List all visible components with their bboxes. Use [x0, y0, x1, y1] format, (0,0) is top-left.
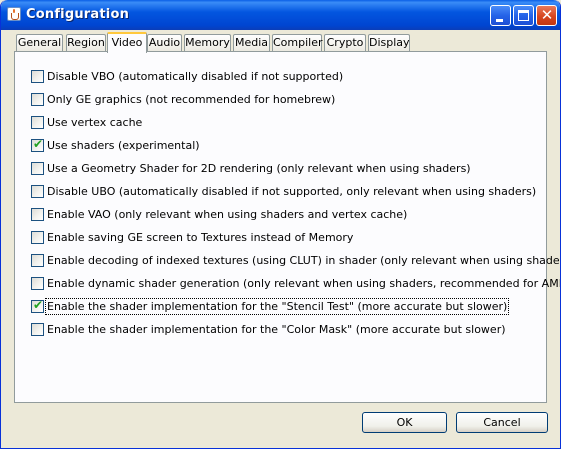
ok-button[interactable]: OK: [362, 412, 447, 433]
tab-general[interactable]: General: [16, 34, 63, 52]
option-label: Use shaders (experimental): [47, 139, 200, 152]
option-label: Enable the shader implementation for the…: [47, 323, 506, 336]
checkbox[interactable]: [31, 93, 44, 106]
tab-region[interactable]: Region: [66, 34, 106, 52]
close-icon: ✕: [540, 6, 554, 24]
checkbox[interactable]: [31, 116, 44, 129]
java-app-icon: [7, 7, 21, 21]
tab-compiler[interactable]: Compiler: [272, 34, 323, 52]
checkbox[interactable]: [31, 254, 44, 267]
title-bar[interactable]: Configuration ✕: [1, 0, 560, 30]
option-label: Enable decoding of indexed textures (usi…: [47, 254, 561, 267]
tab-audio[interactable]: Audio: [147, 34, 182, 52]
checkbox[interactable]: [31, 185, 44, 198]
option-label: Enable saving GE screen to Textures inst…: [47, 231, 354, 244]
checkbox[interactable]: [31, 323, 44, 336]
checkbox[interactable]: ✔: [31, 298, 44, 313]
maximize-icon: [518, 10, 529, 21]
cancel-button[interactable]: Cancel: [456, 412, 548, 433]
option-label: Enable dynamic shader generation (only r…: [47, 277, 561, 290]
option-label: Use a Geometry Shader for 2D rendering (…: [47, 162, 471, 175]
configuration-window: Configuration ✕ General Region Video Aud…: [0, 0, 561, 449]
checkbox[interactable]: ✔: [31, 137, 44, 152]
tab-video[interactable]: Video: [107, 32, 147, 53]
checkbox[interactable]: [31, 70, 44, 83]
option-label: Enable the shader implementation for the…: [44, 298, 510, 315]
minimize-icon: [496, 19, 503, 22]
tab-memory[interactable]: Memory: [184, 34, 231, 52]
checkbox[interactable]: [31, 231, 44, 244]
close-button[interactable]: ✕: [536, 5, 557, 26]
tab-crypto[interactable]: Crypto: [324, 34, 366, 52]
checkmark-icon: ✔: [33, 137, 44, 151]
option-label: Only GE graphics (not recommended for ho…: [47, 93, 336, 106]
checkbox[interactable]: [31, 162, 44, 175]
tab-media[interactable]: Media: [233, 34, 270, 52]
checkbox[interactable]: [31, 277, 44, 290]
checkbox[interactable]: [31, 208, 44, 221]
minimize-button[interactable]: [490, 5, 511, 26]
option-label: Disable VBO (automatically disabled if n…: [47, 70, 344, 83]
video-settings-panel: Disable VBO (automatically disabled if n…: [14, 51, 560, 403]
window-title: Configuration: [26, 7, 130, 22]
option-label: Enable VAO (only relevant when using sha…: [47, 208, 408, 221]
tab-display[interactable]: Display: [368, 34, 410, 52]
maximize-button[interactable]: [513, 5, 534, 26]
checkmark-icon: ✔: [33, 298, 44, 312]
option-label: Use vertex cache: [47, 116, 143, 129]
option-label: Disable UBO (automatically disabled if n…: [47, 185, 537, 198]
